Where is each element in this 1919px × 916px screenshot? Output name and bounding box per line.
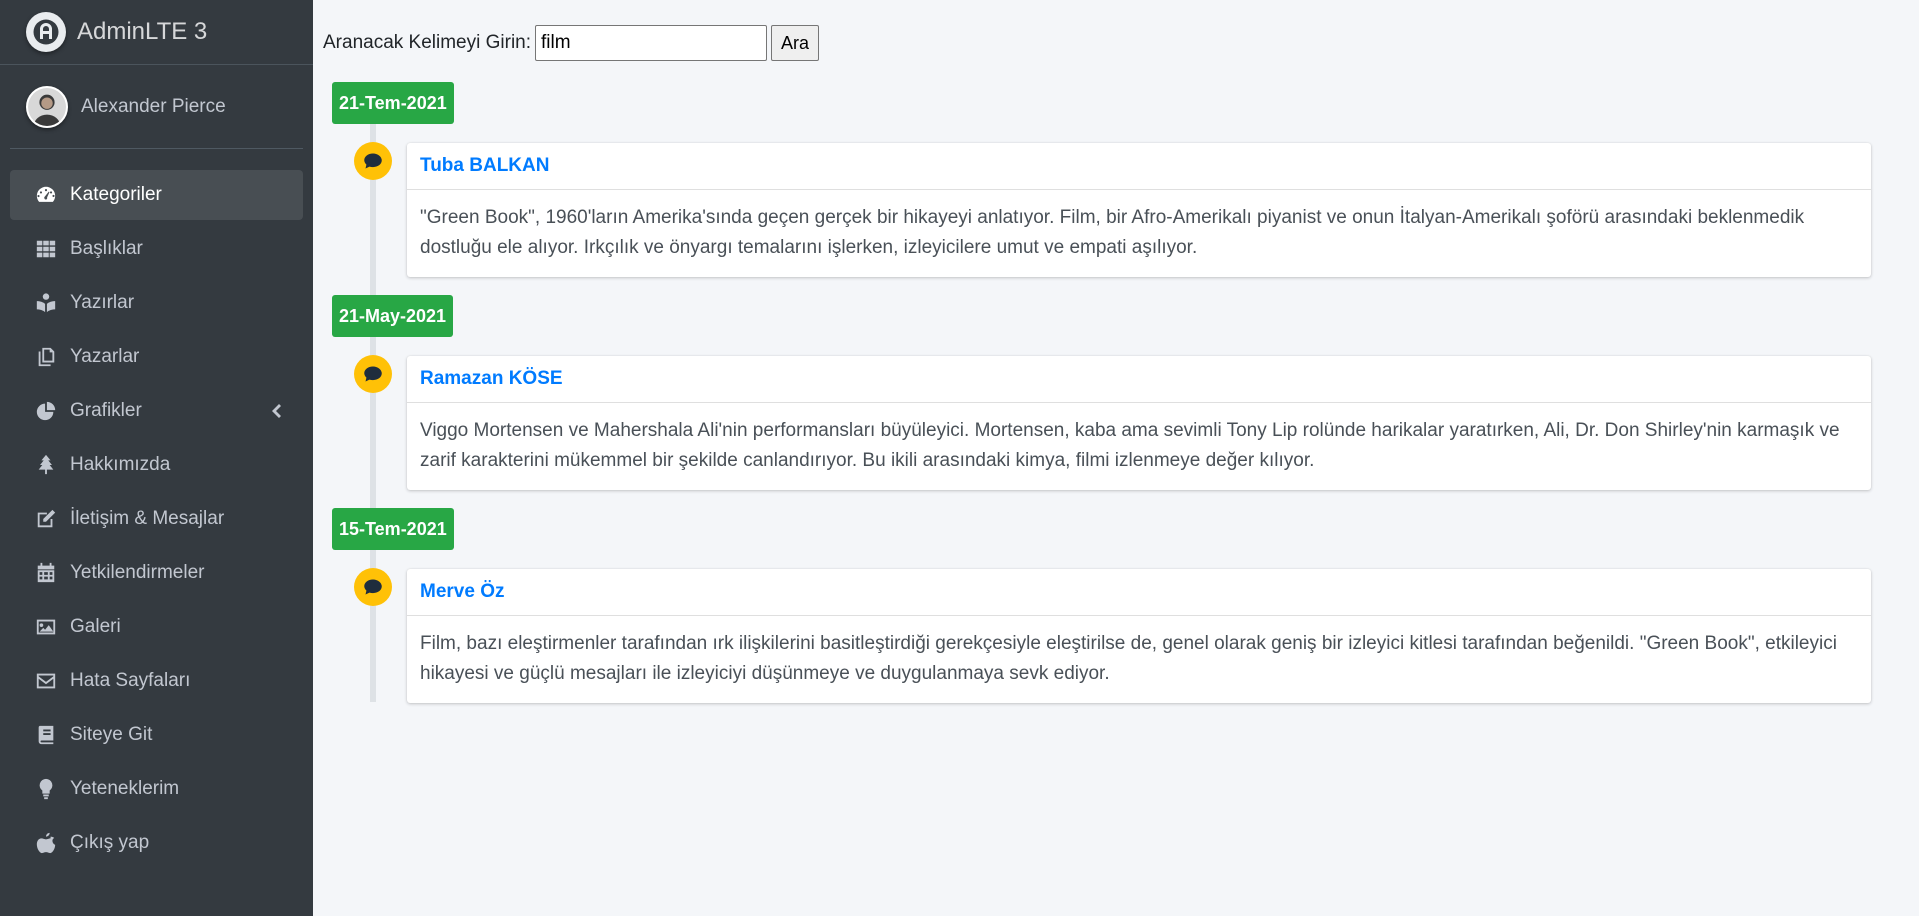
avatar [26, 85, 68, 128]
author-link[interactable]: Merve Öz [420, 581, 504, 603]
chart-pie-icon [34, 399, 58, 423]
sidebar-item-label: Çıkış yap [70, 832, 150, 853]
timeline-item: Merve Öz Film, bazı eleştirmenler tarafı… [407, 569, 1871, 703]
tree-icon [34, 453, 58, 477]
adminlte-logo-icon [26, 12, 66, 52]
sidebar-item-cikis-yap[interactable]: Çıkış yap [10, 818, 303, 868]
sidebar-item-label: Yazırlar [70, 292, 135, 313]
timeline-item-body: Film, bazı eleştirmenler tarafından ırk … [420, 633, 1837, 684]
sidebar-item-label: Siteye Git [70, 724, 153, 745]
tachometer-icon [34, 183, 58, 207]
timeline-item: Tuba BALKAN "Green Book", 1960'ların Ame… [407, 143, 1871, 277]
search-label: Aranacak Kelimeyi Girin: [323, 32, 532, 53]
sidebar-item-label: İletişim & Mesajlar [70, 508, 225, 529]
sidebar-item-iletisim[interactable]: İletişim & Mesajlar [10, 494, 303, 544]
envelope-icon [34, 669, 58, 693]
timeline-item-header: Tuba BALKAN [407, 143, 1871, 190]
sidebar-nav: Kategoriler Başlıklar Yazırlar Yazarlar … [0, 170, 313, 868]
search-input[interactable] [535, 25, 768, 61]
sidebar-item-hakkimizda[interactable]: Hakkımızda [10, 440, 303, 490]
sidebar-item-label: Hakkımızda [70, 454, 171, 475]
sidebar-item-basliklar[interactable]: Başlıklar [10, 224, 303, 274]
sidebar-item-label: Hata Sayfaları [70, 670, 191, 691]
image-icon [34, 615, 58, 639]
book-icon [34, 723, 58, 747]
timeline-item-body: Viggo Mortensen ve Mahershala Ali'nin pe… [420, 420, 1840, 471]
comment-icon [354, 355, 392, 393]
brand-text: AdminLTE 3 [77, 18, 208, 45]
chevron-left-icon[interactable] [269, 401, 283, 421]
sidebar-item-grafikler[interactable]: Grafikler [10, 386, 303, 436]
sidebar-item-yazarlar[interactable]: Yazarlar [10, 332, 303, 382]
timeline-date-label: 15-Tem-2021 [332, 508, 454, 550]
copy-icon [34, 345, 58, 369]
sidebar-item-yetkilendirmeler[interactable]: Yetkilendirmeler [10, 548, 303, 598]
sidebar: AdminLTE 3 Alexander Pierce Kategoriler … [0, 0, 313, 916]
timeline-line [370, 122, 376, 702]
comment-icon [354, 568, 392, 606]
main-content: Aranacak Kelimeyi Girin: Ara 21-Tem-2021… [313, 0, 1919, 916]
timeline-item-header: Merve Öz [407, 569, 1871, 616]
search-button[interactable]: Ara [771, 25, 820, 61]
sidebar-item-label: Başlıklar [70, 238, 143, 259]
comment-icon [354, 142, 392, 180]
sidebar-item-label: Galeri [70, 616, 121, 637]
th-grid-icon [34, 237, 58, 261]
timeline-item: Ramazan KÖSE Viggo Mortensen ve Mahersha… [407, 356, 1871, 490]
book-reader-icon [34, 291, 58, 315]
calendar-icon [34, 561, 58, 585]
timeline-date-label: 21-Tem-2021 [332, 82, 454, 124]
apple-icon [34, 831, 58, 855]
sidebar-item-galeri[interactable]: Galeri [10, 602, 303, 652]
sidebar-item-label: Grafikler [70, 400, 142, 421]
author-link[interactable]: Ramazan KÖSE [420, 368, 563, 390]
timeline-item-body: "Green Book", 1960'ların Amerika'sında g… [420, 207, 1805, 258]
search-form: Aranacak Kelimeyi Girin: Ara [323, 25, 820, 61]
author-link[interactable]: Tuba BALKAN [420, 155, 549, 177]
sidebar-item-label: Yeteneklerim [70, 778, 180, 799]
sidebar-item-siteye-git[interactable]: Siteye Git [10, 710, 303, 760]
timeline-item-header: Ramazan KÖSE [407, 356, 1871, 403]
user-name[interactable]: Alexander Pierce [81, 96, 226, 118]
sidebar-item-yeteneklerim[interactable]: Yeteneklerim [10, 764, 303, 814]
user-panel[interactable]: Alexander Pierce [10, 65, 303, 149]
lightbulb-icon [34, 777, 58, 801]
sidebar-item-label: Yazarlar [70, 346, 140, 367]
sidebar-item-label: Kategoriler [70, 184, 162, 205]
brand-link[interactable]: AdminLTE 3 [0, 0, 313, 65]
edit-icon [34, 507, 58, 531]
sidebar-item-hata-sayfalari[interactable]: Hata Sayfaları [10, 656, 303, 706]
sidebar-item-yazirlar[interactable]: Yazırlar [10, 278, 303, 328]
timeline-date-label: 21-May-2021 [332, 295, 454, 337]
sidebar-item-kategoriler[interactable]: Kategoriler [10, 170, 303, 220]
sidebar-item-label: Yetkilendirmeler [70, 562, 205, 583]
